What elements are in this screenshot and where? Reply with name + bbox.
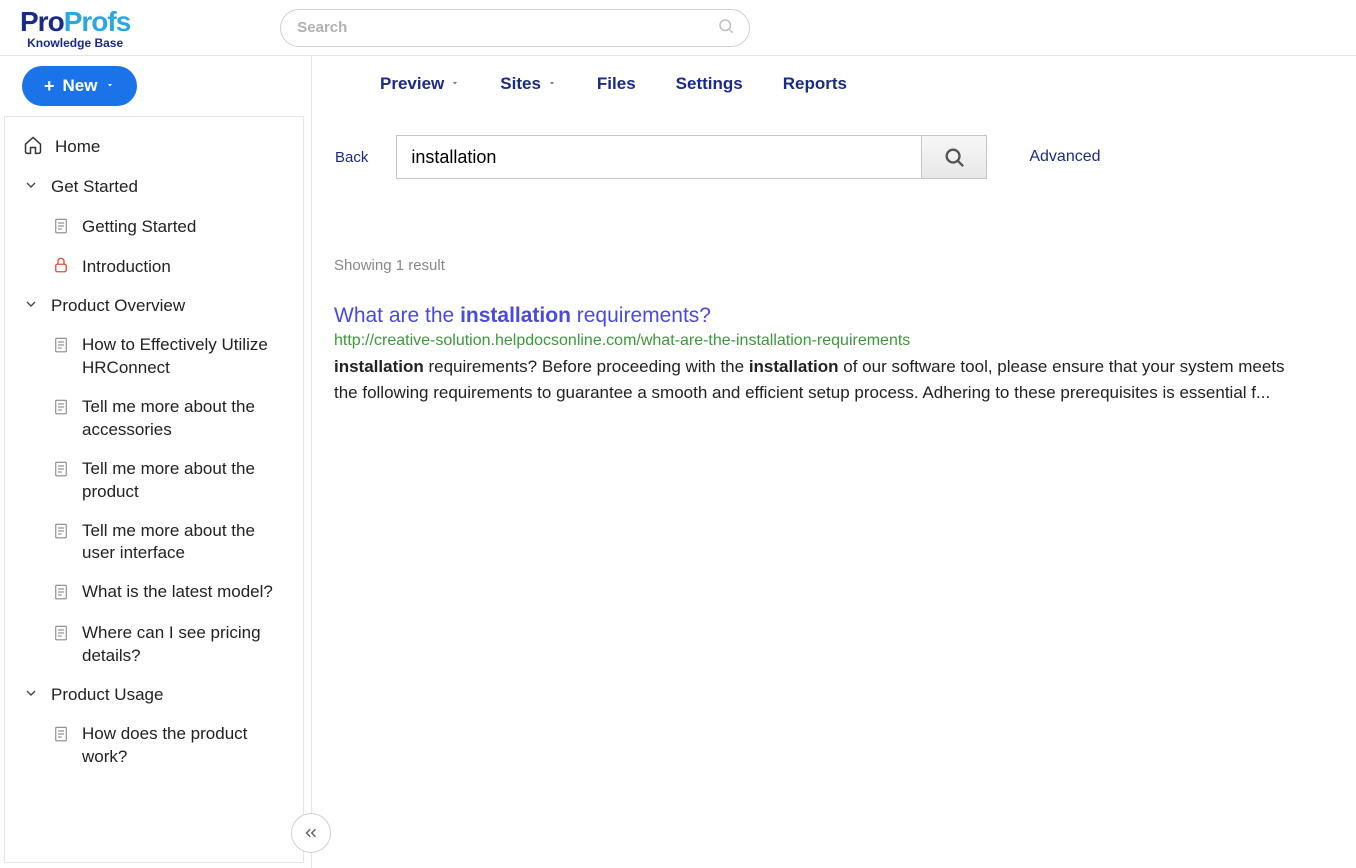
search-row: Back Advanced (335, 110, 1335, 179)
collapse-sidebar-button[interactable] (291, 813, 331, 853)
tab-label: Sites (500, 74, 541, 94)
sidebar-item-doc[interactable]: Tell me more about the accessories (5, 388, 303, 450)
sidebar-item-label: Get Started (51, 176, 291, 199)
sidebar-item-doc[interactable]: How does the product work? (5, 715, 303, 777)
plus-icon: + (44, 76, 55, 97)
home-icon (23, 135, 43, 160)
top-search[interactable] (280, 9, 750, 47)
result-snippet: installation requirements? Before procee… (334, 354, 1294, 405)
tab-label: Files (597, 74, 636, 94)
tab-label: Preview (380, 74, 444, 94)
sidebar-item-label: Product Usage (51, 684, 291, 707)
search-box (396, 135, 987, 179)
sidebar-item-doc[interactable]: How to Effectively Utilize HRConnect (5, 326, 303, 388)
sidebar-item-label: Introduction (82, 256, 291, 279)
chevron-down-icon (547, 78, 557, 91)
sidebar-section[interactable]: Product Usage (5, 676, 303, 715)
tab-sites[interactable]: Sites (500, 74, 557, 94)
sidebar-item-label: Tell me more about the user interface (82, 520, 291, 566)
tab-files[interactable]: Files (597, 74, 636, 94)
document-icon (52, 460, 70, 483)
sidebar-item-label: How to Effectively Utilize HRConnect (82, 334, 291, 380)
sidebar-section[interactable]: Get Started (5, 168, 303, 207)
topbar: ProProfs Knowledge Base (0, 0, 1356, 56)
tab-label: Reports (783, 74, 847, 94)
document-icon (52, 522, 70, 545)
logo[interactable]: ProProfs Knowledge Base (20, 6, 130, 50)
tabnav: Preview Sites Files Settings Reports (312, 56, 1356, 112)
document-icon (52, 398, 70, 421)
top-search-input[interactable] (297, 19, 709, 36)
document-icon (52, 217, 70, 240)
search-button[interactable] (921, 135, 987, 179)
back-link[interactable]: Back (335, 149, 368, 166)
search-icon[interactable] (717, 17, 735, 39)
chevron-down-icon (23, 296, 39, 317)
sidebar-item-label: What is the latest model? (82, 581, 291, 604)
sidebar-item-label: Where can I see pricing details? (82, 622, 291, 668)
sidebar-item-doc[interactable]: Tell me more about the product (5, 450, 303, 512)
sidebar-item-home[interactable]: Home (5, 127, 303, 168)
results-count: Showing 1 result (334, 257, 1294, 274)
tab-label: Settings (676, 74, 743, 94)
search-input[interactable] (396, 135, 921, 179)
logo-part1: Pro (20, 6, 64, 37)
nav-tree[interactable]: Home Get Started Getting Started Introducti… (4, 116, 304, 863)
sidebar-item-label: Tell me more about the product (82, 458, 291, 504)
sidebar-item-label: How does the product work? (82, 723, 291, 769)
result-url[interactable]: http://creative-solution.helpdocsonline.… (334, 332, 1294, 350)
document-icon (52, 583, 70, 606)
sidebar-item-label: Home (55, 136, 291, 159)
result-title[interactable]: What are the installation requirements? (334, 304, 1294, 328)
sidebar-section[interactable]: Product Overview (5, 287, 303, 326)
chevron-down-icon (23, 685, 39, 706)
new-button[interactable]: + New (22, 66, 137, 106)
lock-icon (52, 256, 70, 279)
chevron-down-icon (105, 79, 115, 93)
sidebar-item-locked[interactable]: Introduction (5, 248, 303, 287)
logo-sub: Knowledge Base (27, 36, 123, 50)
search-results: Showing 1 result What are the installati… (334, 257, 1294, 405)
document-icon (52, 624, 70, 647)
tab-reports[interactable]: Reports (783, 74, 847, 94)
tab-settings[interactable]: Settings (676, 74, 743, 94)
sidebar-item-doc[interactable]: What is the latest model? (5, 573, 303, 614)
document-icon (52, 725, 70, 748)
tab-preview[interactable]: Preview (380, 74, 460, 94)
sidebar: + New Home Get Started Getting Started Intr… (0, 56, 312, 868)
chevron-down-icon (450, 78, 460, 91)
sidebar-item-label: Tell me more about the accessories (82, 396, 291, 442)
new-button-label: New (63, 76, 98, 96)
sidebar-item-label: Getting Started (82, 216, 291, 239)
sidebar-item-doc[interactable]: Getting Started (5, 207, 303, 248)
sidebar-item-label: Product Overview (51, 295, 291, 318)
sidebar-item-doc[interactable]: Where can I see pricing details? (5, 614, 303, 676)
sidebar-item-doc[interactable]: Tell me more about the user interface (5, 512, 303, 574)
document-icon (52, 336, 70, 359)
chevron-down-icon (23, 177, 39, 198)
advanced-link[interactable]: Advanced (1029, 148, 1100, 166)
logo-part2: Profs (64, 6, 131, 37)
